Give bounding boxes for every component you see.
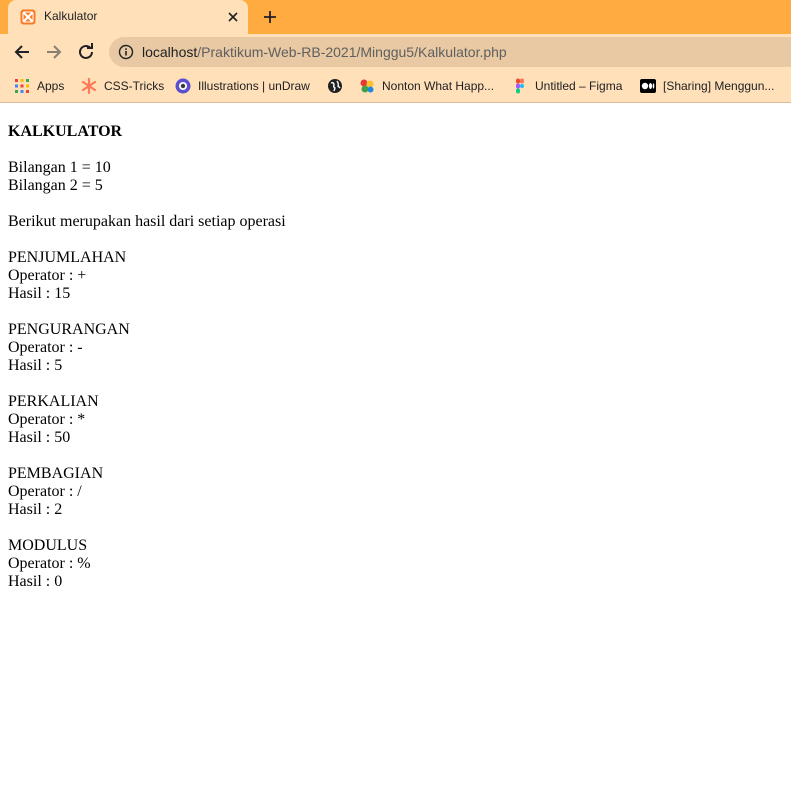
bookmark-undraw[interactable]: Illustrations | unDraw <box>175 76 310 96</box>
browser-tab[interactable]: Kalkulator <box>8 0 248 34</box>
bilangan-1-text: Bilangan 1 = 10 <box>8 159 111 176</box>
operation-name: PEMBAGIAN <box>8 465 104 482</box>
bookmark-label: Untitled – Figma <box>535 79 623 93</box>
bookmark-label: CSS-Tricks <box>104 79 165 93</box>
operation-name: PERKALIAN <box>8 393 99 410</box>
apps-grid-icon <box>14 78 30 94</box>
operation-name: PENGURANGAN <box>8 321 130 338</box>
operation-operator: Operator : / <box>8 483 82 500</box>
bookmarks-bar: Apps CSS-Tricks Illustrations | unDraw N… <box>0 70 791 103</box>
bilangan-2-text: Bilangan 2 = 5 <box>8 177 103 194</box>
operation-operator: Operator : * <box>8 411 86 428</box>
back-arrow-icon[interactable] <box>10 40 34 64</box>
operation-block-penjumlahan: PENJUMLAHAN Operator : + Hasil : 15 <box>8 249 783 303</box>
operation-result: Hasil : 50 <box>8 429 71 446</box>
forward-arrow-icon[interactable] <box>42 40 66 64</box>
css-tricks-icon <box>81 77 97 95</box>
figma-icon <box>512 78 528 94</box>
bookmark-globe[interactable] <box>327 76 350 96</box>
page-title: KALKULATOR <box>8 123 123 140</box>
url-text: localhost/Praktikum-Web-RB-2021/Minggu5/… <box>142 44 507 60</box>
bookmark-apps[interactable]: Apps <box>14 76 64 96</box>
operation-operator: Operator : + <box>8 267 87 284</box>
operation-name: MODULUS <box>8 537 88 554</box>
site-info-icon[interactable] <box>118 44 134 60</box>
bookmark-nonton[interactable]: Nonton What Happ... <box>359 76 494 96</box>
numbers-block: Bilangan 1 = 10 Bilangan 2 = 5 <box>8 159 783 195</box>
medium-icon <box>640 78 656 94</box>
tab-strip: Kalkulator <box>0 0 791 34</box>
browser-toolbar: localhost/Praktikum-Web-RB-2021/Minggu5/… <box>0 34 791 70</box>
bookmark-label: [Sharing] Menggun... <box>663 79 775 93</box>
bookmark-figma[interactable]: Untitled – Figma <box>512 76 622 96</box>
operation-result: Hasil : 5 <box>8 357 63 374</box>
bookmark-label: Illustrations | unDraw <box>198 79 310 93</box>
tab-title: Kalkulator <box>44 9 98 23</box>
bookmark-label: Apps <box>37 79 65 93</box>
operation-name: PENJUMLAHAN <box>8 249 127 266</box>
bookmark-label: Nonton What Happ... <box>382 79 495 93</box>
globe-icon <box>327 78 343 94</box>
operation-block-pengurangan: PENGURANGAN Operator : - Hasil : 5 <box>8 321 783 375</box>
operation-operator: Operator : - <box>8 339 83 356</box>
bookmark-css-tricks[interactable]: CSS-Tricks <box>81 76 164 96</box>
xampp-favicon-icon <box>20 9 36 25</box>
page-content: KALKULATOR Bilangan 1 = 10 Bilangan 2 = … <box>8 103 783 609</box>
intro-text: Berikut merupakan hasil dari setiap oper… <box>8 213 286 230</box>
undraw-icon <box>175 78 191 94</box>
operation-result: Hasil : 0 <box>8 573 63 590</box>
close-tab-icon[interactable] <box>224 8 242 26</box>
url-path: /Praktikum-Web-RB-2021/Minggu5/Kalkulato… <box>197 44 507 60</box>
url-host: localhost <box>142 44 198 60</box>
operation-block-perkalian: PERKALIAN Operator : * Hasil : 50 <box>8 393 783 447</box>
nonton-icon <box>359 78 375 94</box>
bookmark-medium[interactable]: [Sharing] Menggun... <box>640 76 774 96</box>
operation-result: Hasil : 2 <box>8 501 63 518</box>
reload-icon[interactable] <box>74 40 98 64</box>
operation-operator: Operator : % <box>8 555 91 572</box>
operation-result: Hasil : 15 <box>8 285 71 302</box>
new-tab-icon[interactable] <box>259 6 281 28</box>
address-bar[interactable]: localhost/Praktikum-Web-RB-2021/Minggu5/… <box>109 37 791 67</box>
operation-block-pembagian: PEMBAGIAN Operator : / Hasil : 2 <box>8 465 783 519</box>
operation-block-modulus: MODULUS Operator : % Hasil : 0 <box>8 537 783 591</box>
